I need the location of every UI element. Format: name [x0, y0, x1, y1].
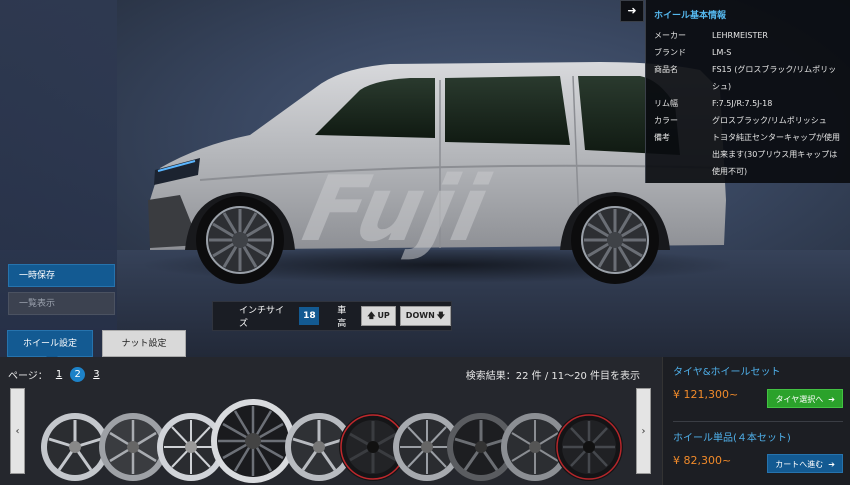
divider: [673, 421, 843, 422]
info-key: リム幅: [654, 99, 678, 108]
arrow-up-icon: 🡅: [367, 311, 376, 320]
wheel-info-panel: ホイール基本情報 メーカー LEHRMEISTER ブランド LM-S 商品名 …: [645, 0, 850, 183]
inch-size-value[interactable]: 18: [299, 307, 320, 325]
ride-height-label: 車高: [337, 306, 347, 329]
go-to-cart-label: カートへ進む: [775, 460, 824, 469]
height-up-label: UP: [377, 311, 390, 320]
price-panel: タイヤ&ホイールセット ¥ 121,300~ タイヤ選択へ ➔ ホイール単品(４…: [662, 357, 850, 485]
inch-size-label: インチサイズ: [239, 306, 285, 329]
chevron-right-icon: ➔: [825, 395, 835, 404]
page-label: ページ：: [8, 371, 48, 382]
pagination: ページ： 1 2 3: [8, 367, 100, 382]
info-value: LM-S: [712, 48, 732, 57]
info-value: FS15 (グロスブラック/リムポリッシュ): [712, 65, 837, 91]
page-link-3[interactable]: 3: [93, 369, 99, 380]
scroll-right-button[interactable]: ›: [636, 388, 651, 474]
info-row: メーカー LEHRMEISTER: [654, 27, 844, 44]
svg-text:Fuji: Fuji: [295, 158, 497, 262]
height-down-button[interactable]: DOWN 🡇: [399, 306, 451, 326]
info-row: 商品名 FS15 (グロスブラック/リムポリッシュ): [654, 61, 844, 95]
search-result-summary: 検索結果：22 件 / 11〜20 件目を表示: [465, 371, 640, 382]
wheel-selector: ページ： 1 2 3 検索結果：22 件 / 11〜20 件目を表示 ‹ ›: [0, 357, 662, 485]
temp-save-button[interactable]: 一時保存: [8, 264, 115, 287]
info-row: カラー グロスブラック/リムポリッシュ: [654, 112, 844, 129]
page-link-1[interactable]: 1: [56, 369, 62, 380]
info-value: グロスブラック/リムポリッシュ: [712, 116, 827, 125]
info-key: 商品名: [654, 65, 678, 74]
info-row: ブランド LM-S: [654, 44, 844, 61]
wheel-only-price: ¥ 82,300~: [673, 454, 732, 467]
info-key: メーカー: [654, 31, 686, 40]
info-value: トヨタ純正センターキャップが使用出来ます(30プリウス用キャップは使用不可): [712, 133, 840, 176]
info-key: ブランド: [654, 48, 686, 57]
size-control-bar: インチサイズ 18 車高 🡅 UP DOWN 🡇: [212, 301, 452, 331]
info-value: F:7.5J/R:7.5J-18: [712, 99, 773, 108]
info-value: LEHRMEISTER: [712, 31, 768, 40]
tab-wheel-settings[interactable]: ホイール設定: [7, 330, 93, 357]
select-tire-label: タイヤ選択へ: [775, 395, 824, 404]
info-key: 備考: [654, 133, 670, 142]
wheel-carousel: [40, 397, 625, 485]
scroll-left-button[interactable]: ‹: [10, 388, 25, 474]
info-toggle-arrow-icon[interactable]: ➜: [620, 0, 644, 22]
page-link-2[interactable]: 2: [70, 367, 86, 382]
select-tire-button[interactable]: タイヤ選択へ ➔: [767, 389, 843, 408]
height-up-button[interactable]: 🡅 UP: [361, 306, 396, 326]
car-preview-stage: Fuji 一時保存 一覧表示 インチサイズ 18 車高 🡅 UP DOWN 🡇 …: [0, 0, 850, 357]
info-title: ホイール基本情報: [654, 11, 727, 21]
go-to-cart-button[interactable]: カートへ進む ➔: [767, 454, 843, 473]
chevron-right-icon: ➔: [825, 460, 835, 469]
arrow-down-icon: 🡇: [436, 311, 445, 320]
car-illustration: Fuji: [140, 62, 730, 284]
info-key: カラー: [654, 116, 678, 125]
tire-wheel-set-title: タイヤ&ホイールセット: [673, 367, 781, 378]
height-down-label: DOWN: [405, 311, 435, 320]
wheel-only-title: ホイール単品(４本セット): [673, 433, 791, 444]
list-view-button[interactable]: 一覧表示: [8, 292, 115, 315]
info-row: 備考 トヨタ純正センターキャップが使用出来ます(30プリウス用キャップは使用不可…: [654, 129, 844, 180]
tab-nut-settings[interactable]: ナット設定: [102, 330, 186, 357]
wheel-thumb[interactable]: [554, 397, 624, 485]
tire-wheel-set-price: ¥ 121,300~: [673, 388, 739, 401]
info-row: リム幅 F:7.5J/R:7.5J-18: [654, 95, 844, 112]
